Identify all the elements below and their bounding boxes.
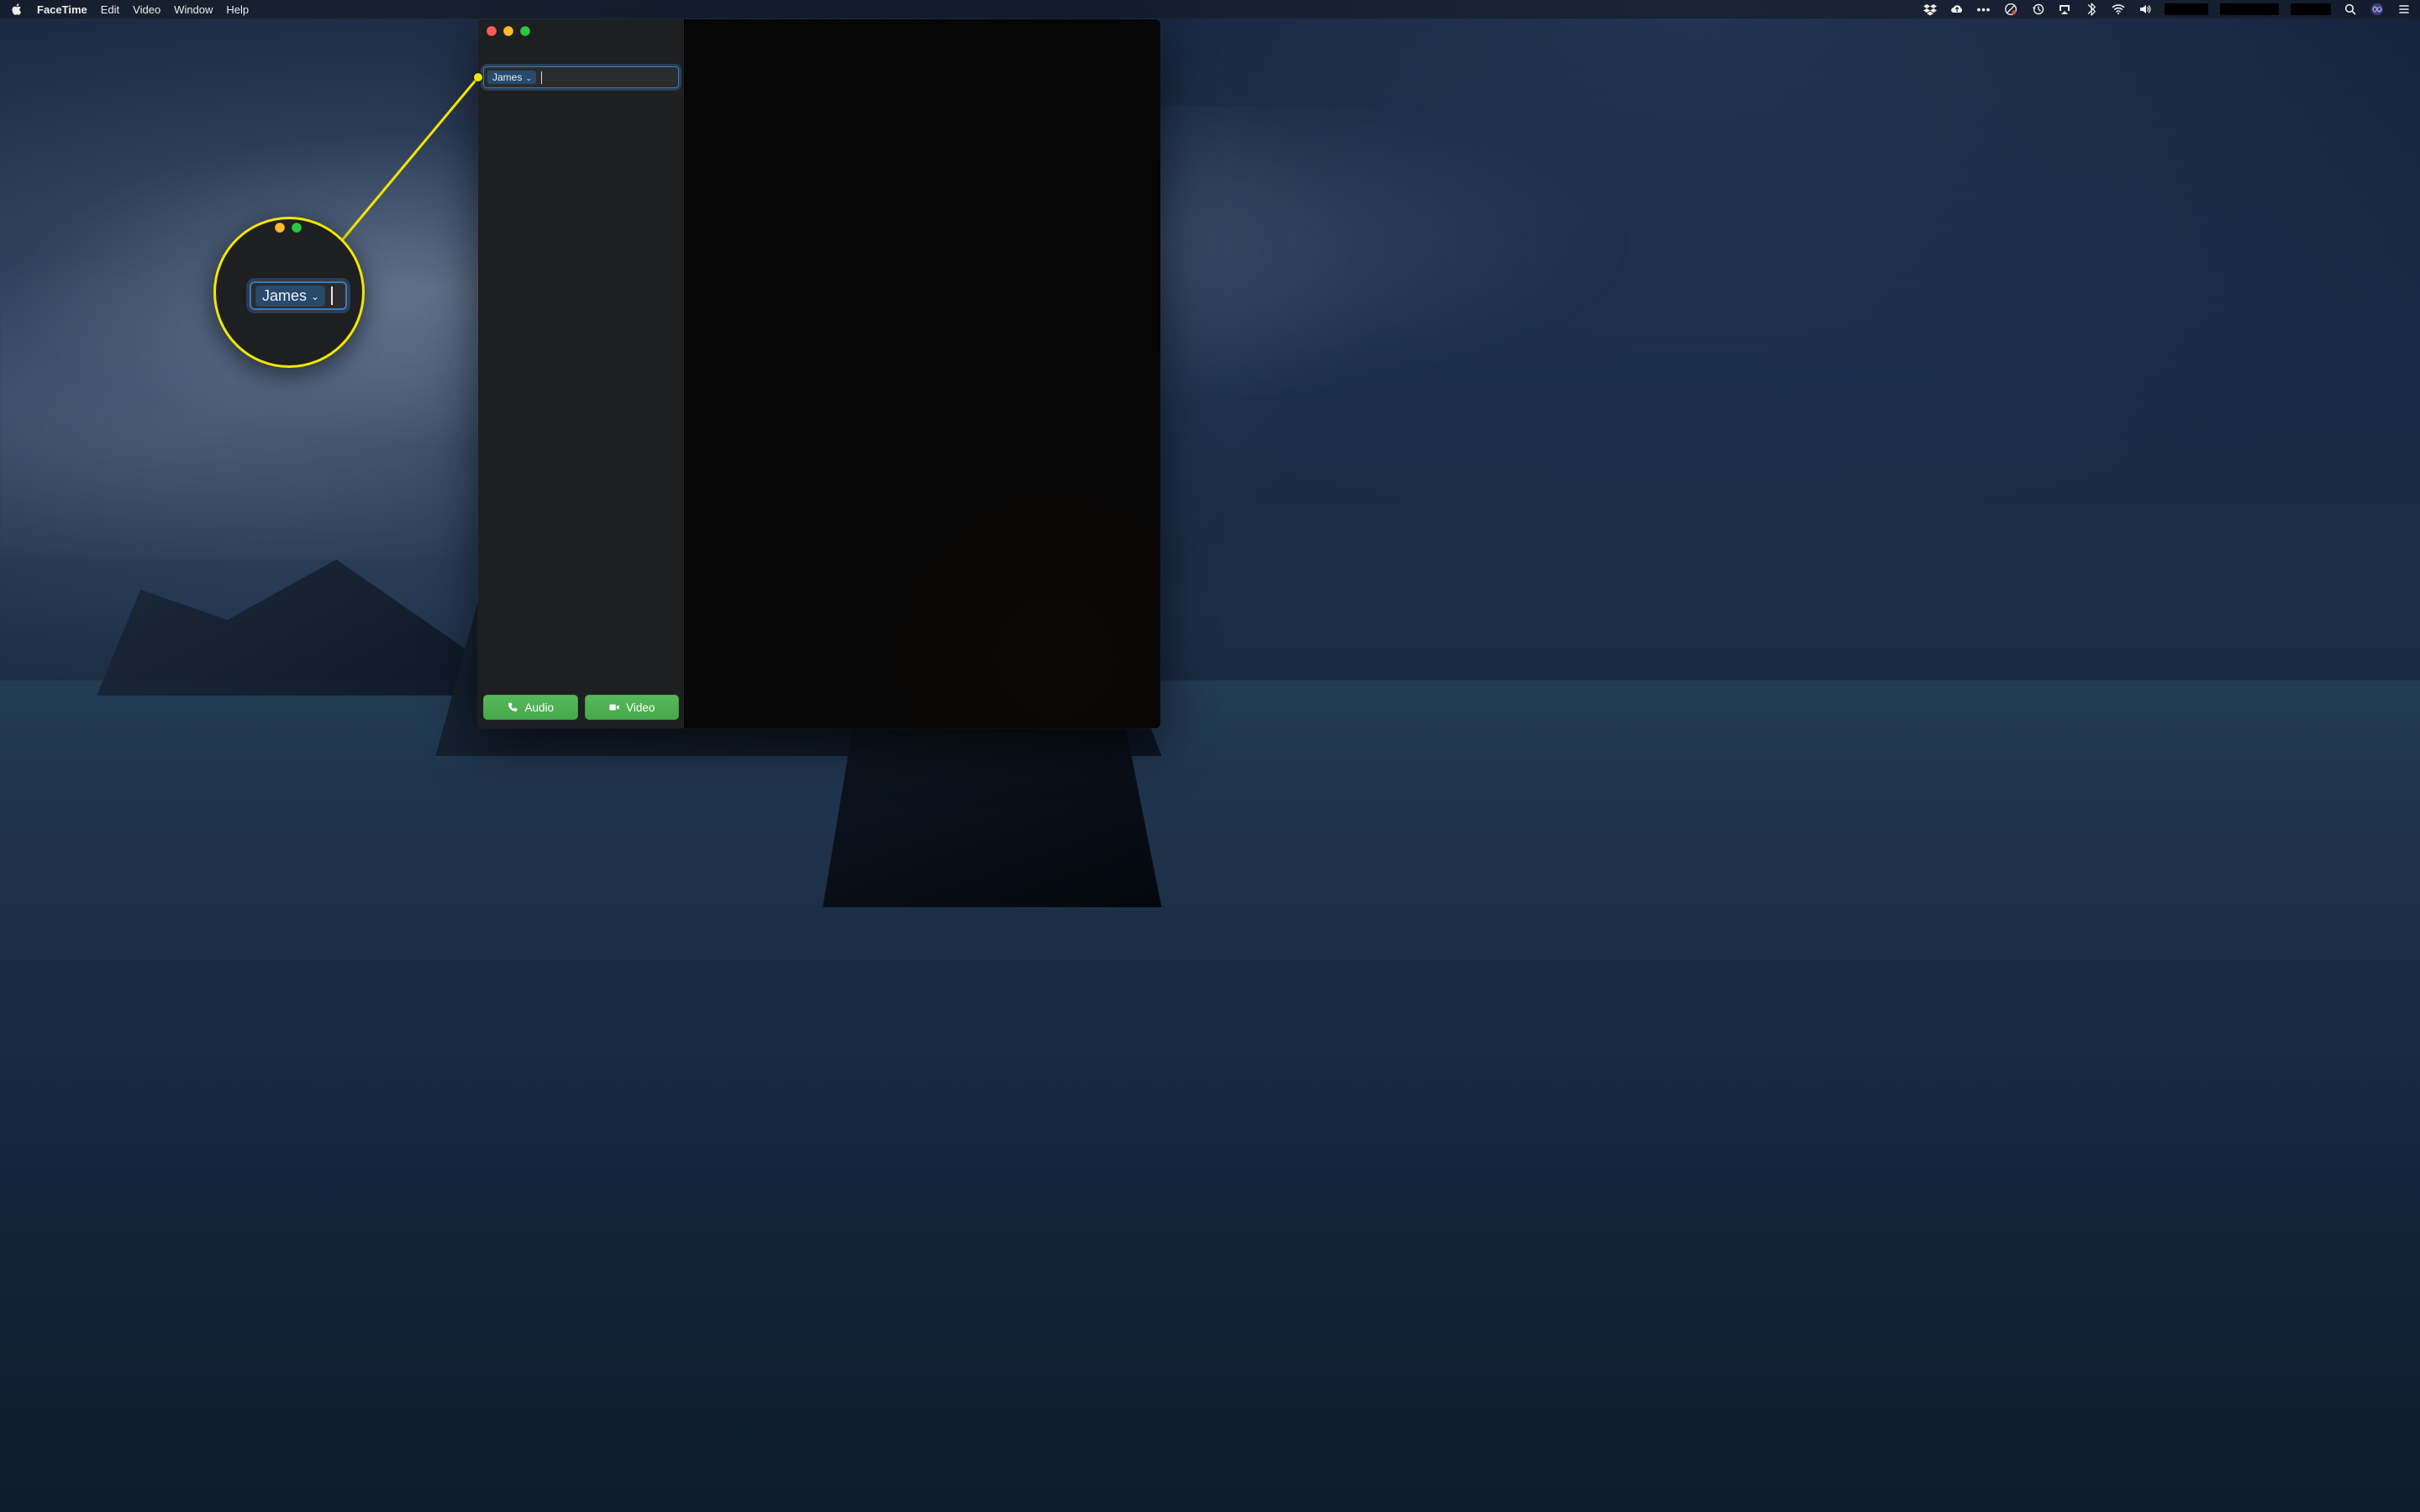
apple-menu-icon[interactable] bbox=[10, 3, 24, 16]
notification-center-icon[interactable] bbox=[2396, 2, 2412, 17]
volume-icon[interactable] bbox=[2138, 2, 2153, 17]
callout-anchor-dot bbox=[474, 73, 482, 81]
recipient-token-zoomed: James ⌄ bbox=[255, 286, 325, 307]
menu-app-name[interactable]: FaceTime bbox=[37, 3, 87, 16]
window-minimize-button[interactable] bbox=[503, 26, 513, 36]
wifi-icon[interactable] bbox=[2111, 2, 2126, 17]
menu-redacted bbox=[2165, 3, 2208, 15]
cloud-upload-icon[interactable] bbox=[1949, 2, 1965, 17]
dropbox-icon[interactable] bbox=[1923, 2, 1938, 17]
menu-redacted bbox=[2291, 3, 2331, 15]
desktop-wallpaper bbox=[0, 0, 2420, 1512]
audio-call-label: Audio bbox=[524, 701, 554, 714]
window-minimize-button bbox=[275, 223, 285, 233]
window-close-button[interactable] bbox=[487, 26, 497, 36]
time-machine-icon[interactable] bbox=[2030, 2, 2045, 17]
bluetooth-icon[interactable] bbox=[2084, 2, 2099, 17]
facetime-sidebar: James ⌄ Audio Video bbox=[478, 19, 685, 728]
menu-bar: FaceTime Edit Video Window Help ••• bbox=[0, 0, 2420, 18]
menu-window[interactable]: Window bbox=[174, 3, 213, 16]
video-call-button[interactable]: Video bbox=[585, 695, 680, 720]
recipient-token-label-zoomed: James bbox=[262, 287, 307, 305]
chevron-down-icon: ⌄ bbox=[525, 74, 532, 83]
spotlight-icon[interactable] bbox=[2343, 2, 2358, 17]
siri-icon[interactable] bbox=[2370, 2, 2385, 17]
text-caret bbox=[331, 286, 333, 305]
call-button-bar: Audio Video bbox=[478, 695, 684, 728]
window-controls bbox=[487, 26, 530, 36]
do-not-disturb-icon[interactable] bbox=[2003, 2, 2018, 17]
facetime-window: James ⌄ Audio Video bbox=[478, 19, 1160, 728]
magnifier-callout: James ⌄ bbox=[213, 217, 365, 368]
window-controls-zoomed bbox=[275, 223, 302, 233]
audio-call-button[interactable]: Audio bbox=[483, 695, 578, 720]
airplay-icon[interactable] bbox=[2057, 2, 2072, 17]
window-zoom-button[interactable] bbox=[520, 26, 530, 36]
video-icon bbox=[608, 701, 620, 713]
text-caret bbox=[541, 71, 542, 84]
chevron-down-icon: ⌄ bbox=[311, 291, 319, 302]
more-icon[interactable]: ••• bbox=[1976, 2, 1991, 17]
menu-redacted bbox=[2220, 3, 2279, 15]
wallpaper-ocean bbox=[0, 680, 2420, 1512]
facetime-camera-preview bbox=[685, 19, 1160, 728]
recipient-token-label: James bbox=[492, 71, 522, 83]
menu-help[interactable]: Help bbox=[226, 3, 249, 16]
menu-edit[interactable]: Edit bbox=[101, 3, 119, 16]
window-zoom-button bbox=[292, 223, 302, 233]
phone-icon bbox=[507, 701, 518, 713]
video-call-label: Video bbox=[626, 701, 655, 714]
wallpaper-clouds bbox=[0, 106, 2420, 559]
recipient-input-zoomed: James ⌄ bbox=[250, 281, 347, 310]
menu-video[interactable]: Video bbox=[133, 3, 160, 16]
recipient-token[interactable]: James ⌄ bbox=[487, 71, 536, 84]
recipient-input[interactable]: James ⌄ bbox=[483, 66, 679, 88]
